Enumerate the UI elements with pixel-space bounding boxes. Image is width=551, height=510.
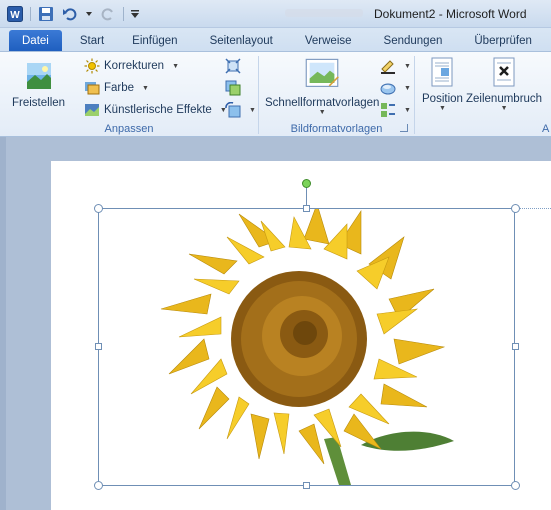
ribbon-body: Freistellen Korrekturen ▼ Farbe ▼ Künstl… bbox=[0, 51, 551, 137]
group-label-bildformatvorlagen: Bildformatvorlagen bbox=[290, 123, 383, 135]
compress-pictures-button[interactable] bbox=[225, 58, 241, 74]
freistellen-label: Freistellen bbox=[12, 97, 66, 109]
change-picture-button[interactable] bbox=[225, 80, 241, 96]
picture-effects-button[interactable]: ▼ bbox=[380, 80, 411, 96]
quick-access-toolbar: W bbox=[6, 5, 140, 23]
group-arrange: Position ▼ Zeilenumbruch ▼ A bbox=[415, 52, 551, 137]
chevron-down-icon: ▼ bbox=[438, 105, 446, 112]
korrekturen-button[interactable]: Korrekturen ▼ bbox=[84, 58, 179, 74]
resize-handle-top[interactable] bbox=[303, 205, 310, 212]
picture-layout-icon bbox=[381, 103, 395, 117]
guide-line bbox=[515, 208, 551, 209]
chevron-down-icon: ▼ bbox=[404, 62, 411, 70]
vertical-ruler bbox=[0, 137, 6, 510]
change-picture-icon bbox=[225, 80, 241, 96]
blurred-region bbox=[285, 9, 363, 17]
chevron-down-icon: ▼ bbox=[172, 62, 180, 70]
chevron-down-icon: ▼ bbox=[500, 105, 508, 112]
resize-handle-top-left[interactable] bbox=[94, 204, 103, 213]
wrap-text-icon bbox=[493, 57, 515, 87]
reset-picture-icon bbox=[225, 102, 241, 118]
chevron-down-icon: ▼ bbox=[404, 84, 411, 92]
farbe-button[interactable]: Farbe ▼ bbox=[84, 80, 149, 96]
picture-effects-icon bbox=[380, 83, 396, 95]
chevron-down-icon: ▼ bbox=[249, 106, 256, 114]
rotate-handle[interactable] bbox=[302, 179, 311, 188]
picture-border-button[interactable]: ▼ bbox=[380, 58, 411, 74]
effekte-label: Künstlerische Effekte bbox=[104, 104, 212, 116]
picture-styles-icon bbox=[305, 58, 340, 87]
group-label-anpassen: Anpassen bbox=[104, 123, 154, 135]
resize-handle-bottom[interactable] bbox=[303, 482, 310, 489]
svg-text:W: W bbox=[10, 10, 20, 21]
zeilenumbruch-button[interactable]: Zeilenumbruch ▼ bbox=[466, 56, 542, 112]
tab-start[interactable]: Start bbox=[62, 30, 118, 51]
tab-sendungen[interactable]: Sendungen bbox=[366, 30, 461, 51]
dialog-launcher-icon[interactable] bbox=[400, 124, 408, 132]
tab-einfuegen[interactable]: Einfügen bbox=[118, 30, 191, 51]
schnellformat-label: Schnellformatvorlagen bbox=[265, 97, 380, 109]
schnellformatvorlagen-button[interactable]: Schnellformatvorlagen ▼ bbox=[265, 56, 379, 116]
freistellen-button[interactable]: Freistellen bbox=[12, 60, 65, 109]
resize-handle-bottom-left[interactable] bbox=[94, 481, 103, 490]
chevron-down-icon: ▼ bbox=[318, 109, 326, 116]
chevron-down-icon: ▼ bbox=[142, 84, 149, 92]
picture-border-icon bbox=[381, 60, 395, 74]
undo-dropdown-icon[interactable] bbox=[85, 5, 93, 23]
korrekturen-label: Korrekturen bbox=[104, 60, 165, 72]
tab-ueberpruefen[interactable]: Überprüfen bbox=[460, 30, 546, 51]
position-label: Position bbox=[422, 93, 463, 105]
zeilenumbruch-label: Zeilenumbruch bbox=[466, 93, 543, 105]
picture-selection-frame bbox=[98, 208, 515, 486]
qat-separator bbox=[30, 7, 31, 21]
sun-icon bbox=[84, 58, 100, 74]
tab-datei[interactable]: Datei bbox=[9, 30, 62, 51]
ribbon-tabs: Datei Start Einfügen Seitenlayout Verwei… bbox=[0, 28, 551, 51]
group-label-arrange: A bbox=[542, 123, 550, 135]
undo-icon[interactable] bbox=[61, 5, 79, 23]
reset-picture-button[interactable]: ▼ bbox=[225, 102, 256, 118]
remove-background-icon bbox=[26, 63, 51, 89]
window-title: Dokument2 - Microsoft Word bbox=[374, 7, 527, 21]
title-bar: W Dokument2 - Microsoft Word bbox=[0, 0, 551, 28]
group-bildformatvorlagen: Schnellformatvorlagen ▼ ▼ ▼ ▼ Bildformat… bbox=[259, 52, 414, 137]
compress-icon bbox=[225, 58, 241, 74]
position-icon bbox=[431, 57, 453, 87]
group-anpassen: Freistellen Korrekturen ▼ Farbe ▼ Künstl… bbox=[0, 52, 258, 137]
resize-handle-bottom-right[interactable] bbox=[511, 481, 520, 490]
artistic-effects-icon bbox=[85, 104, 99, 116]
farbe-label: Farbe bbox=[104, 82, 135, 94]
resize-handle-right[interactable] bbox=[512, 343, 519, 350]
color-icon bbox=[85, 82, 100, 95]
resize-handle-left[interactable] bbox=[95, 343, 102, 350]
save-icon[interactable] bbox=[37, 5, 55, 23]
resize-handle-top-right[interactable] bbox=[511, 204, 520, 213]
position-button[interactable]: Position ▼ bbox=[422, 56, 463, 112]
redo-icon[interactable] bbox=[99, 5, 117, 23]
tab-verweise[interactable]: Verweise bbox=[291, 30, 366, 51]
tab-seitenlayout[interactable]: Seitenlayout bbox=[192, 30, 291, 51]
chevron-down-icon: ▼ bbox=[404, 106, 411, 114]
picture-layout-button[interactable]: ▼ bbox=[380, 102, 411, 118]
word-icon[interactable]: W bbox=[6, 5, 24, 23]
qat-separator bbox=[123, 7, 124, 21]
customize-icon[interactable] bbox=[130, 5, 140, 23]
kuenstlerische-effekte-button[interactable]: Künstlerische Effekte ▼ bbox=[84, 102, 227, 118]
